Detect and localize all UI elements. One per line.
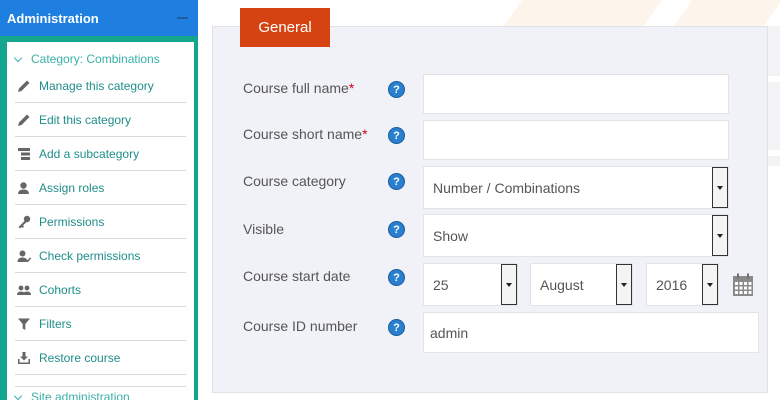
sidebar-item-label: Filters xyxy=(39,316,72,331)
dropdown-arrow-icon[interactable] xyxy=(712,215,728,256)
visible-label: Visible xyxy=(243,221,284,237)
select-value: August xyxy=(540,276,584,293)
dropdown-arrow-icon[interactable] xyxy=(616,264,632,305)
id-number-label: Course ID number xyxy=(243,318,358,334)
sidebar-item-label: Assign roles xyxy=(39,180,105,195)
page-edge xyxy=(768,26,780,76)
select-value: 2016 xyxy=(656,276,688,293)
block-content: Category: Combinations Manage this categ… xyxy=(7,42,194,400)
list-icon xyxy=(17,147,31,161)
chevron-down-icon xyxy=(13,53,23,62)
sidebar-item-label: Edit this category xyxy=(39,112,132,127)
dropdown-arrow-icon[interactable] xyxy=(702,264,718,305)
select-value: 25 xyxy=(433,276,449,293)
required-marker: * xyxy=(348,80,355,96)
help-icon[interactable]: ? xyxy=(388,127,405,144)
select-value: Number / Combinations xyxy=(433,179,581,196)
category-menu: Manage this category Edit this category … xyxy=(15,69,186,375)
short-name-label: Course short name* xyxy=(243,126,368,142)
page-edge xyxy=(768,82,780,150)
course-id-number-input[interactable] xyxy=(423,312,759,353)
sidebar-item-label: Check permissions xyxy=(39,248,141,263)
help-icon[interactable]: ? xyxy=(388,81,405,98)
select-value: Show xyxy=(433,227,469,244)
page-edge xyxy=(768,156,780,166)
dropdown-arrow-icon[interactable] xyxy=(501,264,517,305)
block-title: Administration xyxy=(7,10,99,26)
start-day-select[interactable]: 25 xyxy=(423,263,518,306)
start-date-label: Course start date xyxy=(243,268,351,284)
category-label: Course category xyxy=(243,173,346,189)
full-name-label: Course full name* xyxy=(243,80,355,96)
course-short-name-input[interactable] xyxy=(423,120,729,160)
help-icon[interactable]: ? xyxy=(388,269,405,286)
sidebar-item-label: Restore course xyxy=(39,350,121,365)
sidebar-item-restore-course[interactable]: Restore course xyxy=(15,341,186,375)
required-marker: * xyxy=(362,126,368,142)
collapse-icon[interactable] xyxy=(177,17,188,19)
block-header: Administration xyxy=(0,0,198,36)
tab-general[interactable]: General xyxy=(240,8,330,47)
calendar-icon[interactable] xyxy=(732,273,754,297)
help-icon[interactable]: ? xyxy=(388,173,405,190)
start-year-select[interactable]: 2016 xyxy=(646,263,719,306)
sidebar-item-manage-category[interactable]: Manage this category xyxy=(15,69,186,103)
site-administration-label: Site administration xyxy=(31,390,130,400)
sidebar-item-filters[interactable]: Filters xyxy=(15,307,186,341)
pencil-icon xyxy=(17,113,31,127)
visible-select[interactable]: Show xyxy=(423,214,729,257)
course-full-name-input[interactable] xyxy=(423,74,729,114)
help-icon[interactable]: ? xyxy=(388,319,405,336)
category-label: Category: Combinations xyxy=(31,52,160,66)
filter-icon xyxy=(17,317,31,331)
sidebar-item-assign-roles[interactable]: Assign roles xyxy=(15,171,186,205)
user-icon xyxy=(17,181,31,195)
sidebar-item-label: Add a subcategory xyxy=(39,146,140,161)
course-category-select[interactable]: Number / Combinations xyxy=(423,166,729,209)
sidebar-item-cohorts[interactable]: Cohorts xyxy=(15,273,186,307)
site-administration-node[interactable]: Site administration xyxy=(13,386,186,400)
help-icon[interactable]: ? xyxy=(388,221,405,238)
download-icon xyxy=(17,351,31,365)
users-icon xyxy=(17,283,31,297)
key-icon xyxy=(17,215,31,229)
chevron-down-icon xyxy=(13,391,23,400)
start-month-select[interactable]: August xyxy=(530,263,633,306)
administration-block: Administration Category: Combinations Ma… xyxy=(0,0,198,400)
sidebar-item-permissions[interactable]: Permissions xyxy=(15,205,186,239)
sidebar-item-label: Cohorts xyxy=(39,282,82,297)
pencil-icon xyxy=(17,79,31,93)
category-node[interactable]: Category: Combinations xyxy=(13,52,160,66)
sidebar-item-edit-category[interactable]: Edit this category xyxy=(15,103,186,137)
sidebar-item-add-subcategory[interactable]: Add a subcategory xyxy=(15,137,186,171)
sidebar-item-label: Manage this category xyxy=(39,78,154,93)
user-check-icon xyxy=(17,249,31,263)
dropdown-arrow-icon[interactable] xyxy=(712,167,728,208)
sidebar-item-label: Permissions xyxy=(39,214,105,229)
sidebar-item-check-permissions[interactable]: Check permissions xyxy=(15,239,186,273)
